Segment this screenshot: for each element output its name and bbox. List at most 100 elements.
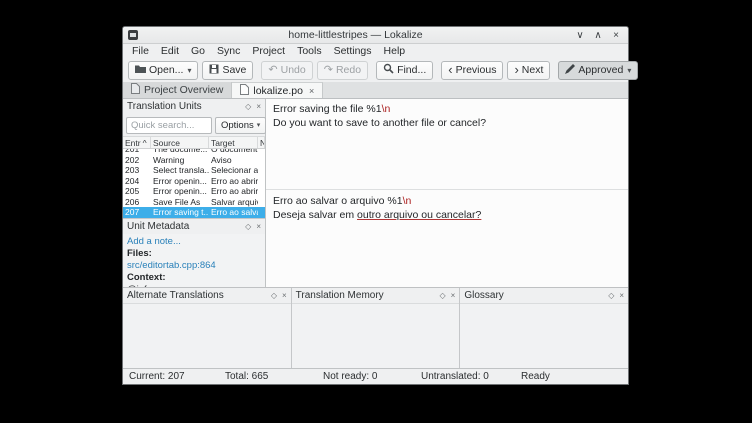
close-icon[interactable]: × (619, 291, 624, 300)
target-line1: Erro ao salvar o arquivo %1 (273, 195, 403, 207)
find-label: Find... (397, 64, 427, 76)
status-not-ready: Not ready: 0 (323, 371, 378, 382)
cell-target: Erro ao salvar... (211, 207, 258, 217)
undo-icon: ↶ (268, 63, 278, 76)
cell-entry: 202 (125, 154, 140, 165)
undo-button[interactable]: ↶ Undo (261, 60, 313, 80)
float-icon[interactable]: ◇ (440, 291, 446, 300)
alternate-translations-header: Alternate Translations ◇ × (123, 288, 291, 303)
table-row[interactable]: 204 Error openin... Erro ao abrir ... (123, 176, 265, 187)
previous-button[interactable]: ‹ Previous (441, 60, 504, 80)
translation-memory-dock: Translation Memory ◇ × (291, 288, 461, 368)
menubar: File Edit Go Sync Project Tools Settings… (123, 44, 628, 58)
app-icon (128, 30, 138, 40)
cell-target: Erro ao abrir ... (211, 186, 258, 196)
translation-memory-header: Translation Memory ◇ × (292, 288, 460, 303)
source-text-area[interactable]: Error saving the file %1\n Do you want t… (266, 99, 628, 190)
col-notes: N (258, 137, 265, 148)
redo-button[interactable]: ↷ Redo (316, 60, 369, 80)
minimize-button[interactable]: ∨ (573, 28, 587, 43)
find-button[interactable]: Find... (376, 60, 434, 80)
table-row[interactable]: 202 Warning Aviso (123, 155, 265, 166)
approved-label: Approved (578, 64, 624, 76)
table-row-selected[interactable]: 207 Error saving t... Erro ao salvar... (123, 207, 265, 218)
menu-edit[interactable]: Edit (155, 45, 185, 57)
menu-file[interactable]: File (126, 45, 155, 57)
menu-help[interactable]: Help (378, 45, 412, 57)
escape-sequence: \n (381, 103, 391, 115)
undo-label: Undo (280, 64, 306, 76)
col-target: Target (209, 137, 258, 148)
escape-sequence: \n (402, 195, 412, 207)
cell-source: Save File As (153, 196, 201, 207)
table-header[interactable]: Entr^ Source Target N (123, 136, 265, 149)
dock-title: Alternate Translations (127, 290, 224, 301)
alternate-translations-dock: Alternate Translations ◇ × (123, 288, 292, 368)
tab-project-overview[interactable]: Project Overview (123, 82, 233, 98)
redo-label: Redo (335, 64, 362, 76)
close-icon[interactable]: × (256, 222, 261, 231)
desktop-background: home-littlestripes — Lokalize ∨ ∧ × File… (0, 0, 752, 423)
close-icon[interactable]: × (451, 291, 456, 300)
add-note-link[interactable]: Add a note... (127, 236, 261, 248)
status-untranslated: Untranslated: 0 (421, 371, 489, 382)
context-label: Context: (127, 271, 166, 283)
table-row[interactable]: 205 Error openin... Erro ao abrir ... (123, 186, 265, 197)
glossary-body (460, 303, 629, 368)
translation-units-dock: Translation Units ◇ × Options ▾ (123, 99, 267, 218)
quick-search-input[interactable] (126, 116, 212, 134)
tab-label: Project Overview (144, 84, 224, 96)
save-button[interactable]: Save (202, 60, 254, 80)
source-line2: Do you want to save to another file or c… (273, 117, 487, 129)
unit-metadata-header: Unit Metadata ◇ × (123, 219, 265, 234)
float-icon[interactable]: ◇ (608, 291, 614, 300)
cell-entry: 203 (125, 165, 140, 175)
files-label: Files: (127, 247, 152, 259)
glossary-dock: Glossary ◇ × (460, 288, 629, 368)
close-icon[interactable]: × (282, 291, 287, 300)
table-row[interactable]: 206 Save File As Salvar arquiv... (123, 197, 265, 208)
cell-target: Aviso (211, 154, 232, 165)
approved-toggle[interactable]: Approved ▾ (558, 60, 639, 80)
cell-source: Warning (153, 154, 185, 165)
chevron-right-icon: › (514, 61, 519, 77)
float-icon[interactable]: ◇ (271, 291, 277, 300)
cell-entry: 207 (125, 207, 140, 217)
lokalize-window: home-littlestripes — Lokalize ∨ ∧ × File… (122, 26, 639, 385)
cell-target: Salvar arquiv... (211, 196, 258, 207)
menu-project[interactable]: Project (246, 45, 291, 57)
float-icon[interactable]: ◇ (245, 102, 251, 111)
target-line2-prefix: Deseja salvar em (273, 209, 358, 221)
menu-tools[interactable]: Tools (291, 45, 328, 57)
redo-icon: ↷ (323, 63, 333, 76)
translation-units-header: Translation Units ◇ × (123, 99, 265, 114)
target-text-area[interactable]: Erro ao salvar o arquivo %1\n Deseja sal… (266, 190, 628, 287)
chevron-left-icon: ‹ (448, 61, 453, 77)
source-line1: Error saving the file %1 (273, 103, 382, 115)
close-button[interactable]: × (609, 28, 623, 43)
alternate-translations-body (123, 303, 291, 368)
options-button[interactable]: Options ▾ (215, 116, 267, 134)
titlebar[interactable]: home-littlestripes — Lokalize ∨ ∧ × (123, 27, 628, 44)
save-label: Save (222, 64, 247, 76)
table-row[interactable]: 203 Select transla... Selecionar ar... (123, 165, 265, 176)
next-button[interactable]: › Next (507, 60, 551, 80)
close-icon[interactable]: × (256, 102, 261, 111)
status-total: Total: 665 (225, 371, 269, 382)
bottom-docks: Alternate Translations ◇ × Translation M… (123, 287, 629, 368)
tab-lokalize-po[interactable]: lokalize.po × (232, 82, 324, 98)
document-tab-icon (240, 83, 250, 98)
file-link[interactable]: src/editortab.cpp:864 (127, 260, 261, 272)
menu-settings[interactable]: Settings (328, 45, 378, 57)
cell-source: Error saving t... (153, 207, 209, 217)
statusbar: Current: 207 Total: 665 Not ready: 0 Unt… (123, 368, 628, 384)
unit-metadata-dock: Unit Metadata ◇ × Add a note... Files: s… (123, 217, 265, 298)
menu-go[interactable]: Go (185, 45, 211, 57)
maximize-button[interactable]: ∧ (591, 28, 605, 43)
open-button[interactable]: Open... ▾ (128, 60, 199, 80)
main-content: Translation Units ◇ × Options ▾ (123, 99, 628, 298)
translation-memory-body (291, 303, 460, 368)
tab-close-icon[interactable]: × (309, 86, 314, 96)
float-icon[interactable]: ◇ (245, 222, 251, 231)
menu-sync[interactable]: Sync (211, 45, 246, 57)
